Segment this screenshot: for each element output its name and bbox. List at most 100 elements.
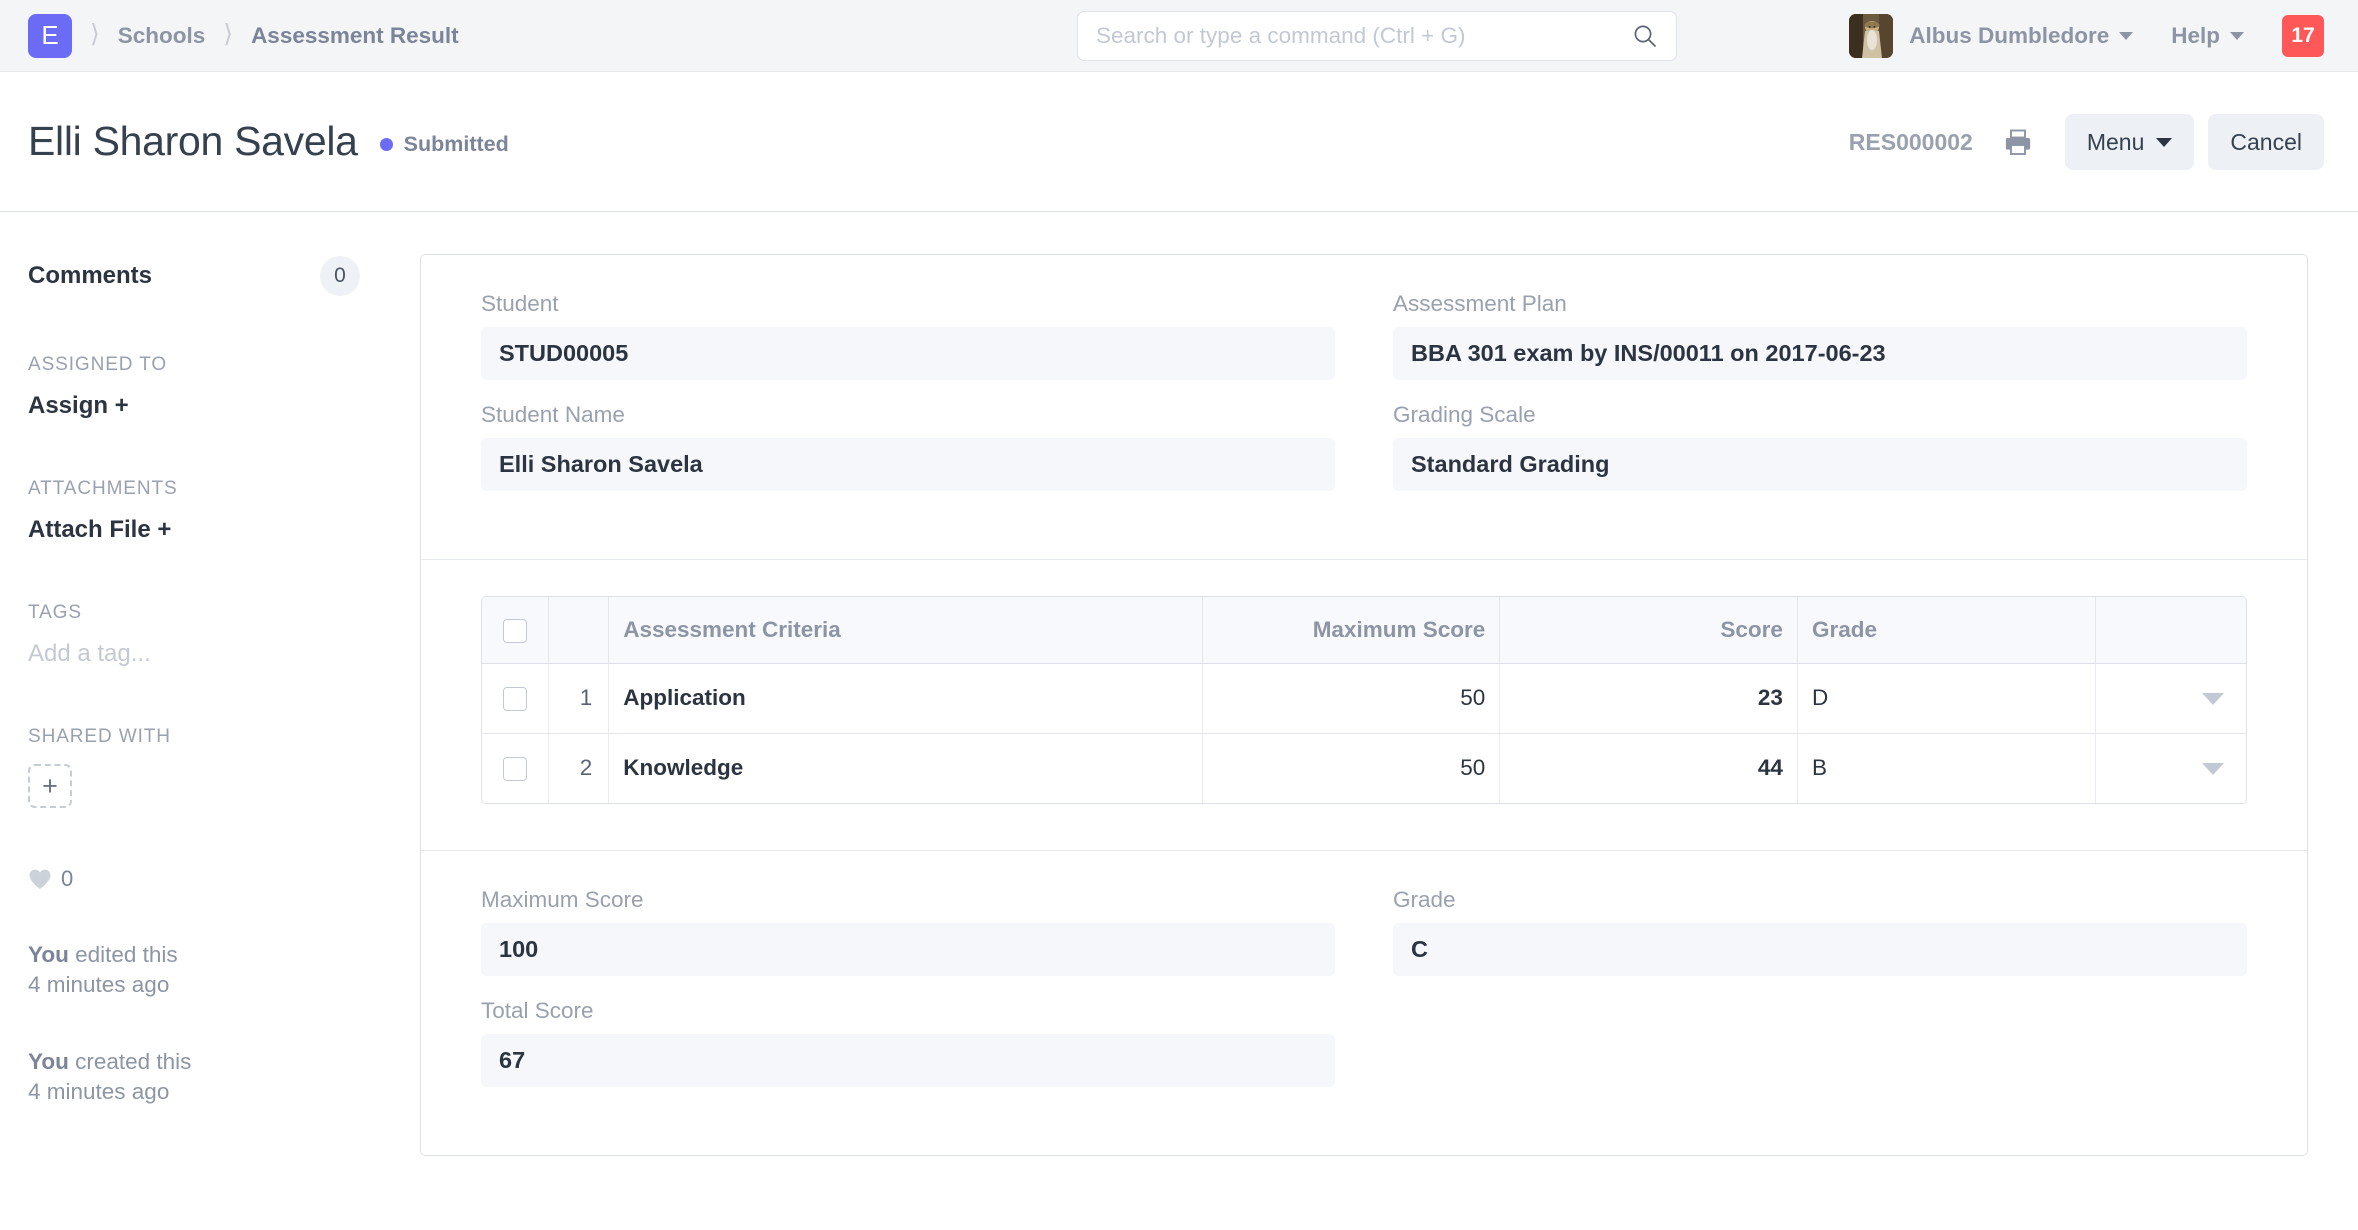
row-index: 1 (548, 663, 610, 734)
shared-with-section: SHARED WITH + (28, 726, 420, 808)
page-body: Comments 0 ASSIGNED TO Assign + ATTACHME… (0, 212, 2358, 1230)
attach-file-button[interactable]: Attach File + (28, 516, 420, 544)
cell-maximum-score[interactable]: 50 (1202, 663, 1501, 734)
student-name-value[interactable]: Elli Sharon Savela (481, 438, 1335, 491)
maximum-score-label: Maximum Score (481, 887, 644, 912)
comments-count: 0 (320, 256, 360, 296)
row-index-header (548, 597, 610, 664)
menu-button[interactable]: Menu (2064, 114, 2195, 170)
chevron-down-icon (2156, 137, 2173, 147)
add-tag-input[interactable]: Add a tag... (28, 640, 420, 668)
assessment-plan-value[interactable]: BBA 301 exam by INS/00011 on 2017-06-23 (1393, 327, 2247, 380)
search-input[interactable]: Search or type a command (Ctrl + G) (1077, 11, 1677, 61)
shared-with-label: SHARED WITH (28, 726, 171, 747)
column-header-actions (2095, 597, 2246, 664)
avatar[interactable] (1849, 14, 1894, 58)
row-checkbox[interactable] (502, 687, 527, 712)
total-score-label: Total Score (481, 998, 594, 1023)
sidebar: Comments 0 ASSIGNED TO Assign + ATTACHME… (0, 212, 420, 1230)
breadcrumb-item-assessment-result[interactable]: Assessment Result (251, 23, 459, 49)
attachments-section: ATTACHMENTS Attach File + (28, 478, 420, 544)
activity-actor: You (28, 942, 69, 967)
cell-score[interactable]: 23 (1499, 663, 1798, 734)
activity-action: edited this (68, 942, 178, 967)
assessment-plan-field: Assessment Plan BBA 301 exam by INS/0001… (1393, 291, 2247, 380)
cell-assessment-criteria[interactable]: Knowledge (608, 733, 1203, 803)
page-title: Elli Sharon Savela (28, 118, 358, 164)
grade-field: Grade C (1393, 887, 2247, 976)
criteria-table: Assessment Criteria Maximum Score Score … (481, 596, 2247, 804)
details-section: Student STUD00005 Student Name Elli Shar… (421, 255, 2307, 559)
grading-scale-label: Grading Scale (1393, 402, 1536, 427)
assessment-result-card: Student STUD00005 Student Name Elli Shar… (420, 254, 2308, 1156)
app-logo-icon[interactable]: E (28, 13, 72, 58)
search-placeholder: Search or type a command (Ctrl + G) (1096, 23, 1466, 48)
student-value[interactable]: STUD00005 (481, 327, 1335, 380)
comments-label: Comments (28, 262, 153, 289)
user-menu[interactable]: Albus Dumbledore (1909, 23, 2134, 49)
attachments-label: ATTACHMENTS (28, 478, 178, 499)
student-name-field: Student Name Elli Sharon Savela (481, 402, 1335, 491)
assigned-to-section: ASSIGNED TO Assign + (28, 354, 420, 420)
tags-section: TAGS Add a tag... (28, 602, 420, 668)
add-share-button[interactable]: + (28, 764, 72, 808)
chevron-down-icon (2119, 32, 2134, 40)
cancel-button[interactable]: Cancel (2208, 114, 2324, 170)
select-all-checkbox[interactable] (502, 618, 527, 643)
cell-maximum-score[interactable]: 50 (1202, 733, 1501, 803)
tags-label: TAGS (28, 602, 82, 623)
grading-scale-value[interactable]: Standard Grading (1393, 438, 2247, 491)
total-score-value[interactable]: 67 (481, 1034, 1335, 1087)
cell-grade[interactable]: D (1797, 663, 2096, 734)
maximum-score-value[interactable]: 100 (481, 923, 1335, 976)
row-select-cell (482, 733, 549, 803)
student-name-label: Student Name (481, 402, 625, 427)
grading-scale-field: Grading Scale Standard Grading (1393, 402, 2247, 491)
menu-button-label: Menu (2086, 128, 2145, 155)
comments-section[interactable]: Comments 0 (28, 256, 420, 296)
cell-grade[interactable]: B (1797, 733, 2096, 803)
student-label: Student (481, 291, 559, 316)
select-all-header (482, 597, 549, 664)
assessment-plan-label: Assessment Plan (1393, 291, 1567, 316)
assigned-to-label: ASSIGNED TO (28, 354, 168, 375)
grade-value[interactable]: C (1393, 923, 2247, 976)
breadcrumb-separator-icon: ⟩ (223, 19, 234, 48)
column-header-maximum-score[interactable]: Maximum Score (1202, 597, 1501, 664)
column-header-assessment-criteria[interactable]: Assessment Criteria (608, 597, 1203, 664)
activity-time: 4 minutes ago (28, 1079, 170, 1105)
search-container: Search or type a command (Ctrl + G) (1077, 11, 1677, 61)
like-count: 0 (61, 866, 74, 891)
breadcrumb-item-schools[interactable]: Schools (118, 23, 206, 49)
column-header-grade[interactable]: Grade (1797, 597, 2096, 664)
status-dot-icon (379, 138, 393, 151)
grade-label: Grade (1393, 887, 1456, 912)
chevron-down-icon[interactable] (2202, 693, 2224, 705)
page-header: Elli Sharon Savela Submitted RES000002 M… (0, 72, 2358, 212)
print-icon[interactable] (2003, 127, 2033, 157)
table-header-row: Assessment Criteria Maximum Score Score … (482, 597, 2246, 664)
row-index: 2 (548, 733, 610, 803)
header-actions: RES000002 Menu Cancel (1849, 72, 2324, 212)
assign-button[interactable]: Assign + (28, 392, 420, 420)
heart-icon[interactable] (28, 868, 52, 890)
table-row[interactable]: 2 Knowledge 50 44 B (482, 733, 2246, 803)
chevron-down-icon (2230, 32, 2244, 40)
like-section[interactable]: 0 (28, 866, 420, 892)
search-icon[interactable] (1632, 23, 1658, 49)
row-checkbox[interactable] (502, 757, 527, 782)
notification-badge[interactable]: 17 (2282, 15, 2324, 57)
row-expand-cell (2095, 663, 2246, 734)
cell-assessment-criteria[interactable]: Application (608, 663, 1203, 734)
help-menu[interactable]: Help (2171, 23, 2244, 49)
activity-log-entry: You created this 4 minutes ago (28, 1047, 420, 1106)
top-navbar: E ⟩ Schools ⟩ Assessment Result Search o… (0, 0, 2358, 72)
navbar-right-group: Albus Dumbledore Help 17 (1849, 0, 2324, 72)
chevron-down-icon[interactable] (2202, 763, 2224, 776)
column-header-score[interactable]: Score (1499, 597, 1798, 664)
activity-time: 4 minutes ago (28, 971, 170, 997)
table-row[interactable]: 1 Application 50 23 D (482, 663, 2246, 734)
cell-score[interactable]: 44 (1499, 733, 1798, 803)
breadcrumb-separator-icon: ⟩ (90, 19, 100, 48)
activity-action: created this (68, 1049, 192, 1075)
